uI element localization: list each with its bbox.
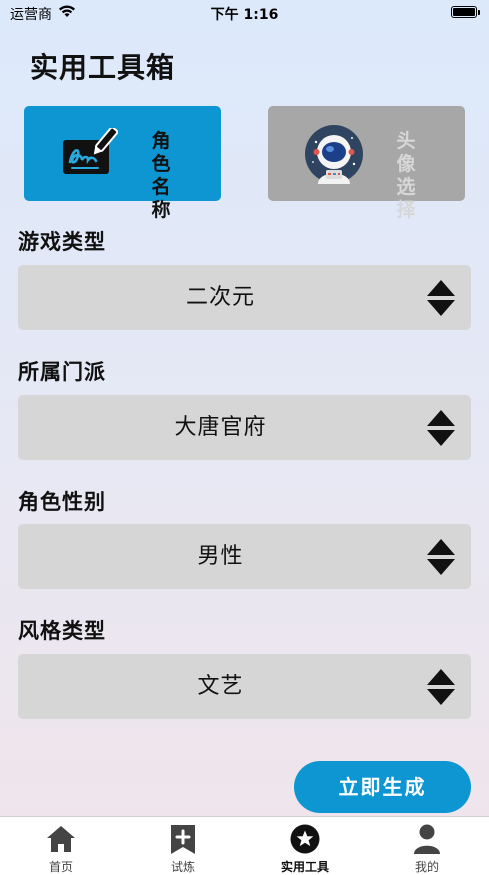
role-name-label: 角色 名称 [142, 130, 182, 222]
signature-pen-icon [63, 128, 118, 174]
battery-icon [451, 6, 480, 18]
tab-trial[interactable]: 试炼 [122, 817, 244, 875]
astronaut-icon [305, 125, 363, 184]
sect-value: 大唐官府 [174, 415, 267, 440]
role-name-label-line1: 角色 [151, 130, 173, 175]
style-type-label: 风格类型 [18, 619, 106, 643]
status-bar: 运营商 下午 1:16 [0, 0, 489, 26]
sect-label: 所属门派 [18, 360, 106, 384]
tab-home[interactable]: 首页 [0, 817, 122, 875]
gender-label: 角色性别 [18, 490, 106, 514]
tab-bar: 首页 试炼 实用工具 我的 [0, 816, 489, 875]
tab-tools-label: 实用工具 [280, 860, 329, 874]
tab-trial-label: 试炼 [170, 860, 195, 874]
status-time: 下午 1:16 [210, 7, 279, 23]
tab-profile[interactable]: 我的 [366, 817, 488, 875]
up-down-arrows-icon [427, 410, 455, 446]
game-type-select[interactable]: 二次元 [18, 265, 471, 330]
home-icon [47, 826, 75, 852]
avatar-select-label: 头像 选择 [387, 130, 427, 222]
tab-tools[interactable]: 实用工具 [244, 817, 366, 875]
up-down-arrows-icon [427, 539, 455, 575]
bookmark-plus-icon [171, 825, 195, 854]
style-type-select[interactable]: 文艺 [18, 654, 471, 719]
avatar-select-label-line2: 选择 [396, 176, 418, 221]
star-circle-icon [290, 824, 320, 854]
tab-home-label: 首页 [48, 860, 73, 874]
avatar-select-tile[interactable]: 头像 选择 [268, 106, 465, 221]
role-name-tile[interactable]: 角色 名称 [24, 106, 221, 221]
sect-select[interactable]: 大唐官府 [18, 395, 471, 460]
avatar-select-label-line1: 头像 [396, 130, 418, 175]
page-title: 实用工具箱 [30, 51, 176, 84]
gender-value: 男性 [197, 544, 244, 569]
user-icon [414, 824, 440, 854]
role-name-label-line2: 名称 [151, 176, 173, 221]
up-down-arrows-icon [427, 280, 455, 316]
tab-profile-label: 我的 [414, 860, 439, 874]
style-type-value: 文艺 [197, 674, 244, 699]
up-down-arrows-icon [427, 669, 455, 705]
gender-select[interactable]: 男性 [18, 524, 471, 589]
generate-button[interactable]: 立即生成 [294, 761, 471, 813]
game-type-value: 二次元 [185, 285, 255, 310]
game-type-label: 游戏类型 [18, 230, 106, 254]
